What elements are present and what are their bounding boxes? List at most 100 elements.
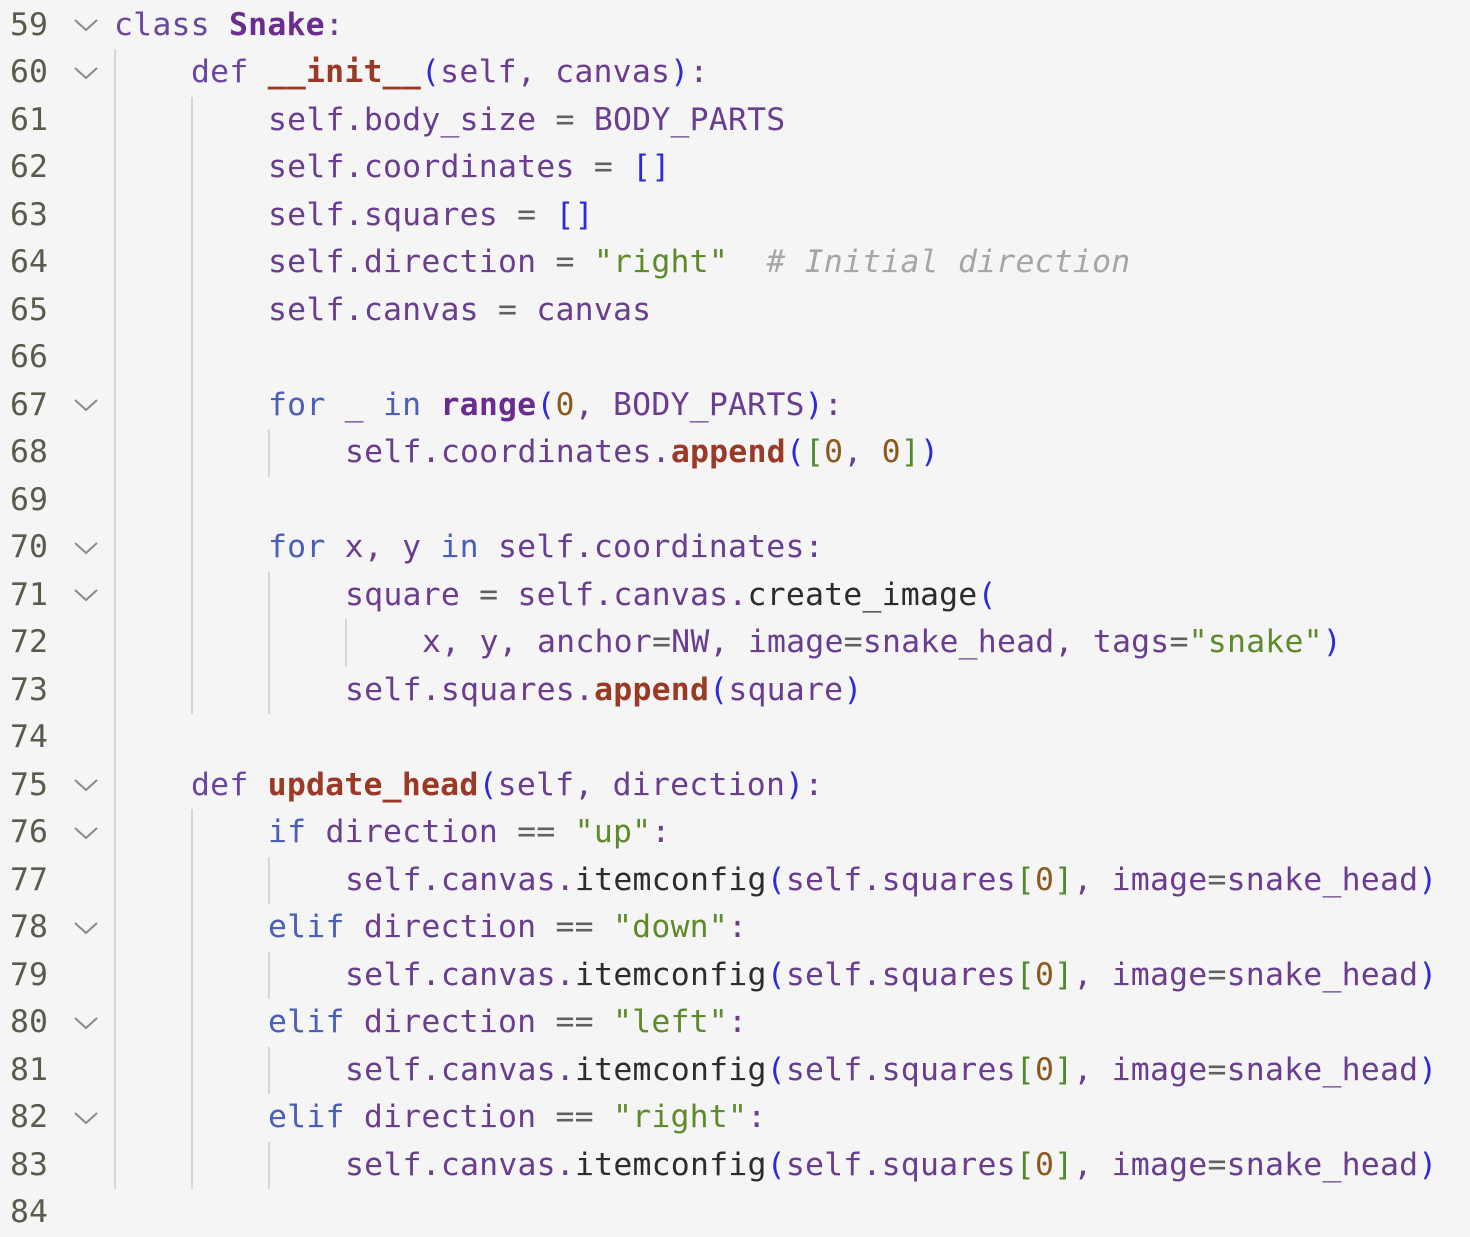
token-var: , xyxy=(843,434,882,470)
token-var: direction xyxy=(363,1099,556,1135)
code-line[interactable]: 80 elif direction == "left": xyxy=(0,999,1470,1047)
code-text: self.canvas = canvas xyxy=(268,287,651,335)
token-b1: ( xyxy=(421,54,441,90)
token-b1: ( xyxy=(766,861,786,898)
token-b2: ] xyxy=(1054,1146,1074,1183)
code-line[interactable]: 66 xyxy=(0,334,1470,382)
chevron-down-icon[interactable] xyxy=(72,904,100,952)
code-line[interactable]: 64 self.direction = "right" # Initial dir… xyxy=(0,239,1470,287)
token-b1: ) xyxy=(1418,861,1438,898)
token-b2: ] xyxy=(1054,861,1074,898)
token-op: == xyxy=(555,909,613,945)
token-op: = xyxy=(843,624,863,660)
code-line[interactable]: 67 for _ in range(0, BODY_PARTS): xyxy=(0,382,1470,430)
code-text: self.canvas.itemconfig(self.squares[0], … xyxy=(345,1047,1437,1095)
token-var: direction xyxy=(363,1004,556,1040)
token-op: = xyxy=(479,576,518,613)
code-line[interactable]: 82 elif direction == "right": xyxy=(0,1094,1470,1142)
chevron-down-icon[interactable] xyxy=(72,762,100,810)
code-line[interactable]: 70 for x, y in self.coordinates: xyxy=(0,524,1470,572)
token-call: itemconfig xyxy=(574,1051,767,1088)
token-num: 0 xyxy=(555,386,575,423)
code-line[interactable]: 73 self.squares.append(square) xyxy=(0,667,1470,715)
code-line[interactable]: 60 def __init__(self, canvas): xyxy=(0,49,1470,97)
token-fn: update_head xyxy=(267,766,479,803)
code-line[interactable]: 62 self.coordinates = [] xyxy=(0,144,1470,192)
code-line[interactable]: 81 self.canvas.itemconfig(self.squares[0]… xyxy=(0,1047,1470,1095)
token-var: self.canvas xyxy=(268,291,498,328)
token-num: 0 xyxy=(1034,861,1055,898)
code-line[interactable]: 77 self.canvas.itemconfig(self.squares[0]… xyxy=(0,857,1470,905)
code-text: def __init__(self, canvas): xyxy=(191,49,709,97)
token-b1: ) xyxy=(843,671,863,708)
token-op: = xyxy=(555,101,594,138)
code-line[interactable]: 61 self.body_size = BODY_PARTS xyxy=(0,97,1470,145)
token-var: square xyxy=(345,576,480,613)
token-op: == xyxy=(555,1004,613,1040)
code-line[interactable]: 74 xyxy=(0,714,1470,762)
line-number: 73 xyxy=(10,671,48,708)
code-line[interactable]: 83 self.canvas.itemconfig(self.squares[0]… xyxy=(0,1142,1470,1190)
chevron-down-icon[interactable] xyxy=(72,2,100,50)
chevron-down-icon[interactable] xyxy=(72,1094,100,1142)
token-var: self.squares xyxy=(268,196,518,233)
token-ctrl: for xyxy=(268,386,345,423)
token-call: itemconfig xyxy=(574,956,767,993)
code-line[interactable]: 76 if direction == "up": xyxy=(0,809,1470,857)
code-text: elif direction == "down": xyxy=(268,904,747,952)
indent-guide xyxy=(345,619,347,667)
code-text: def update_head(self, direction): xyxy=(191,762,823,810)
token-b1: [] xyxy=(632,149,671,185)
token-b2: ] xyxy=(1054,1051,1074,1088)
token-b1: ) xyxy=(920,434,940,470)
code-editor[interactable]: 59 class Snake: 60 def __init__(self, canva… xyxy=(0,0,1470,1231)
token-num: 0 xyxy=(881,434,901,470)
code-line[interactable]: 68 self.coordinates.append([0, 0]) xyxy=(0,429,1470,477)
token-var: self.coordinates. xyxy=(345,434,671,470)
chevron-down-icon[interactable] xyxy=(72,382,100,430)
code-line[interactable]: 75 def update_head(self, direction): xyxy=(0,762,1470,810)
token-b2: [ xyxy=(1015,1051,1035,1088)
code-text: if direction == "up": xyxy=(268,809,671,857)
token-var: x, y, anchor xyxy=(422,624,652,660)
code-line[interactable]: 78 elif direction == "down": xyxy=(0,904,1470,952)
line-number: 62 xyxy=(10,149,48,185)
code-line[interactable]: 63 self.squares = [] xyxy=(0,192,1470,240)
token-b1: ) xyxy=(804,386,824,423)
token-var: self.squares xyxy=(785,956,1016,993)
code-text: self.canvas.itemconfig(self.squares[0], … xyxy=(345,1142,1437,1190)
code-line[interactable]: 69 xyxy=(0,477,1470,525)
code-line[interactable]: 59 class Snake: xyxy=(0,2,1470,50)
code-line[interactable]: 71 square = self.canvas.create_image( xyxy=(0,572,1470,620)
token-var: self.squares xyxy=(785,1146,1016,1183)
token-call: create_image xyxy=(747,576,978,613)
chevron-down-icon[interactable] xyxy=(72,809,100,857)
token-b2: ] xyxy=(1054,956,1074,993)
token-op: = xyxy=(1207,1146,1227,1183)
token-fn: __init__ xyxy=(267,54,421,90)
token-b1: ( xyxy=(785,434,805,470)
indent-guide xyxy=(191,809,193,1189)
token-var: square xyxy=(728,671,844,708)
code-line[interactable]: 72 x, y, anchor=NW, image=snake_head, tag… xyxy=(0,619,1470,667)
token-call: itemconfig xyxy=(574,1146,767,1183)
code-line[interactable]: 79 self.canvas.itemconfig(self.squares[0]… xyxy=(0,952,1470,1000)
token-ctrl: elif xyxy=(268,1004,364,1040)
token-pn: : xyxy=(804,766,824,803)
token-var: self.canvas. xyxy=(345,861,575,898)
line-number: 80 xyxy=(10,1004,48,1040)
chevron-down-icon[interactable] xyxy=(72,999,100,1047)
code-text: x, y, anchor=NW, image=snake_head, tags=… xyxy=(422,619,1342,667)
token-num: 0 xyxy=(1034,956,1055,993)
chevron-down-icon[interactable] xyxy=(72,524,100,572)
token-var: snake_head xyxy=(1226,861,1419,898)
token-pn: : xyxy=(651,814,671,850)
code-line[interactable]: 84 xyxy=(0,1189,1470,1237)
chevron-down-icon[interactable] xyxy=(72,572,100,620)
token-str: "left" xyxy=(612,1004,728,1040)
token-b1: ) xyxy=(785,766,805,803)
chevron-down-icon[interactable] xyxy=(72,49,100,97)
code-line[interactable]: 65 self.canvas = canvas xyxy=(0,287,1470,335)
line-number: 68 xyxy=(10,434,48,470)
token-num: 0 xyxy=(1034,1146,1055,1183)
